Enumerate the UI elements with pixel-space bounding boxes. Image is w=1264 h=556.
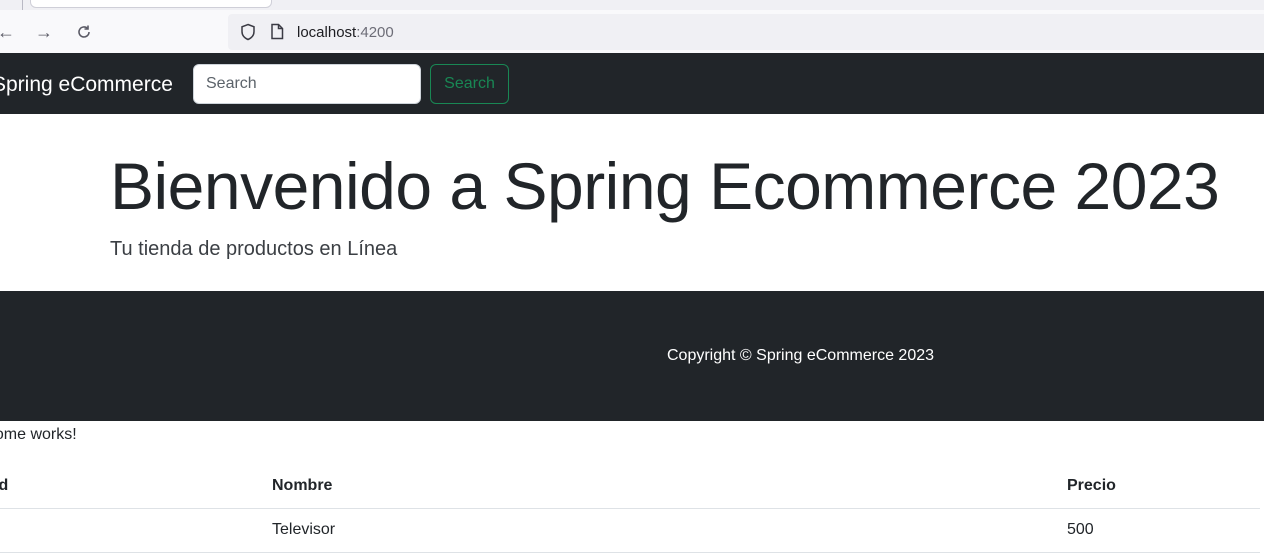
table-cell-nombre: Televisor (272, 521, 336, 538)
forward-icon[interactable]: → (34, 20, 54, 44)
copyright-text: Copyright © Spring eCommerce 2023 (667, 347, 935, 364)
tab-divider (22, 0, 23, 10)
navbar-brand[interactable]: Spring eCommerce (0, 73, 173, 97)
reload-icon[interactable] (74, 20, 94, 44)
tracking-protection-shield-icon[interactable] (240, 23, 256, 41)
hero-subtitle: Tu tienda de productos en Línea (110, 238, 398, 260)
search-button[interactable]: Search (430, 64, 509, 104)
table-header-divider (0, 508, 1260, 509)
back-icon[interactable]: ← (0, 20, 16, 44)
active-tab[interactable] (30, 0, 272, 8)
table-row-divider (0, 552, 1260, 553)
home-works-text: home works! (0, 426, 77, 443)
table-header-nombre: Nombre (272, 477, 333, 494)
hero-title: Bienvenido a Spring Ecommerce 2023 (110, 149, 1220, 223)
app-navbar (0, 53, 1264, 114)
url-port: :4200 (356, 24, 394, 41)
url-host: localhost (297, 24, 357, 41)
table-cell-precio: 500 (1067, 521, 1094, 538)
page-info-icon[interactable] (270, 23, 284, 40)
table-header-id: Id (0, 477, 9, 494)
table-header-precio: Precio (1067, 477, 1116, 494)
url-text[interactable]: localhost:4200 (297, 24, 394, 41)
search-input[interactable] (193, 64, 421, 104)
footer-band (0, 291, 1264, 421)
